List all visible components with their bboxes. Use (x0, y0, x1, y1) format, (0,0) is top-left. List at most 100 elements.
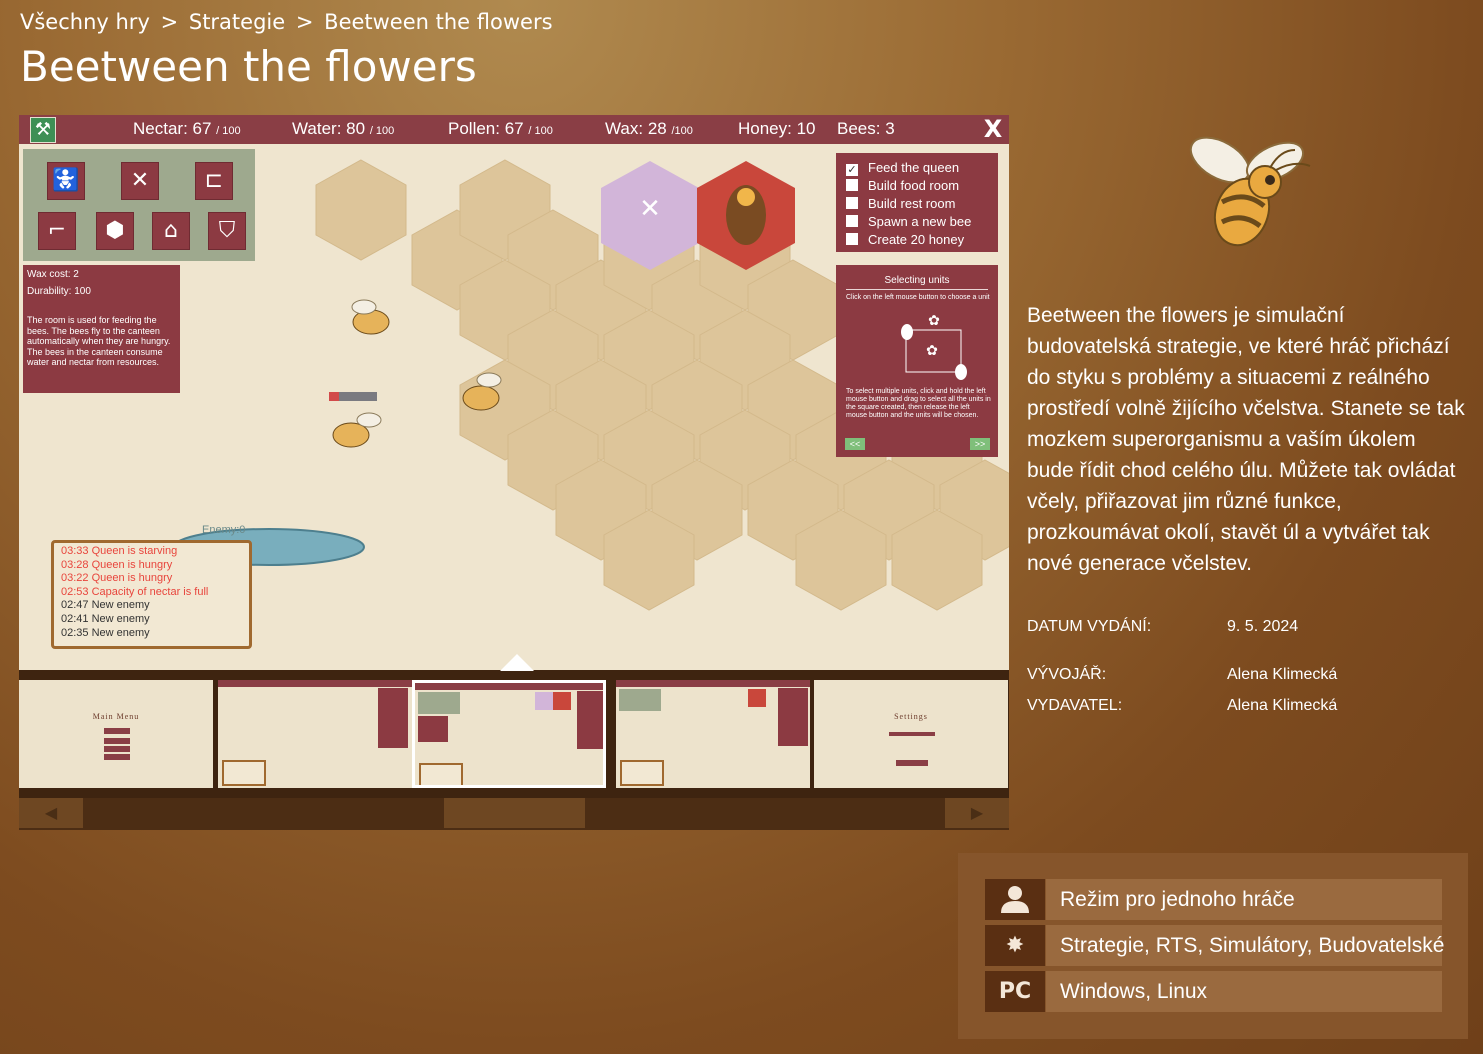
page-title: Beetween the flowers (20, 42, 477, 91)
log-entry: 03:33 Queen is starving (61, 545, 178, 557)
pollen-counter: Pollen: 67 / 100 (448, 119, 553, 138)
platforms[interactable]: Windows, Linux (1046, 971, 1442, 1012)
log-entry: 02:35 New enemy (61, 626, 150, 639)
thumbnail-active[interactable] (412, 680, 606, 788)
mouse-selection-illustration: ✿ ✿ (901, 312, 967, 380)
bee-icon[interactable] (462, 372, 502, 411)
bed-icon[interactable]: ⊏ (195, 162, 233, 200)
help-text: To select multiple units, click and hold… (846, 388, 991, 419)
thumbnail-panel (378, 688, 408, 748)
fork-knife-icon: ✕ (639, 194, 661, 224)
honey-dipper-icon[interactable]: ⌐ (38, 212, 76, 250)
player-mode-row: Režim pro jednoho hráče (985, 879, 1442, 920)
storage-icon[interactable]: ⌂ (152, 212, 190, 250)
thumbnail-hex (748, 689, 766, 707)
thumbnail-log (419, 763, 463, 785)
thumbnail-hud (415, 683, 603, 690)
carousel-indicator (500, 654, 534, 671)
svg-text:✿: ✿ (928, 312, 940, 328)
task-list: ✓ Feed the queen Build food room Build rest… (836, 153, 998, 252)
thumbnail-strip: Main Menu Settings (19, 670, 1009, 798)
task-item: Build rest room (846, 196, 955, 212)
task-label: Feed the queen (868, 160, 960, 175)
thumbnail-button (104, 754, 130, 760)
thumbnail-panel (418, 716, 448, 742)
task-label: Build rest room (868, 196, 956, 211)
help-text: Click on the left mouse button to choose… (846, 294, 990, 301)
player-mode[interactable]: Režim pro jednoho hráče (1046, 879, 1442, 920)
help-prev-button[interactable]: << (845, 438, 865, 450)
thumbnail-panel (418, 692, 460, 714)
breadcrumb-link-strategy[interactable]: Strategie (189, 10, 285, 34)
honeycomb-icon[interactable]: ⬢ (96, 212, 134, 250)
thumbnail[interactable] (616, 680, 810, 788)
thumbnail-button (104, 728, 130, 734)
game-screenshot[interactable]: ✕ ⚒ Nectar: 67 / 100 Water: 80 / 100 Pol… (19, 115, 1009, 670)
task-label: Create 20 honey (868, 232, 965, 247)
thumbnail[interactable] (218, 680, 412, 788)
task-checkbox (846, 233, 858, 245)
fork-knife-icon[interactable]: ✕ (121, 162, 159, 200)
hammer-icon[interactable]: ⚒ (30, 117, 56, 143)
scroll-left-arrow-icon[interactable]: ◀ (19, 798, 83, 828)
thumbnail-panel (619, 689, 661, 711)
room-info-panel: Wax cost: 2 Durability: 100 The room is … (23, 265, 180, 393)
thumbnail[interactable]: Settings (814, 680, 1008, 788)
task-checkbox (846, 215, 858, 227)
thumbnail-hud (616, 680, 810, 687)
close-icon[interactable]: X (981, 116, 1005, 142)
event-log: 03:33 Queen is starving 03:28 Queen is hu… (51, 540, 252, 649)
release-date-label: DATUM VYDÁNÍ: (1027, 618, 1152, 635)
pc-platform-icon: PC (985, 971, 1045, 1012)
platforms-row: PC Windows, Linux (985, 971, 1442, 1012)
durability: Durability: 100 (27, 286, 91, 297)
log-entry: 02:41 New enemy (61, 613, 150, 625)
nectar-counter: Nectar: 67 / 100 (133, 119, 241, 138)
thumbnail-title: Settings (894, 712, 928, 721)
task-label: Build food room (868, 178, 960, 193)
stroller-icon[interactable]: 🚼 (47, 162, 85, 200)
carousel-scrollbar[interactable]: ◀ ▶ (19, 798, 1009, 830)
svg-text:✿: ✿ (926, 342, 938, 358)
scroll-thumb[interactable] (444, 798, 585, 828)
thumbnail-hud (218, 680, 412, 687)
thumbnail-hex (553, 692, 571, 710)
help-next-button[interactable]: >> (970, 438, 990, 450)
breadcrumb-link-all-games[interactable]: Všechny hry (20, 10, 150, 34)
breadcrumb-current: Beetween the flowers (324, 10, 553, 34)
task-checkbox (846, 197, 858, 209)
release-date-value: 9. 5. 2024 (1227, 618, 1299, 635)
genres-row: ✸ Strategie, RTS, Simulátory, Budovatels… (985, 925, 1444, 966)
log-entry: 02:47 New enemy (61, 599, 150, 612)
room-description: The room is used for feeding the bees. T… (27, 315, 171, 367)
bees-counter: Bees: 3 (837, 119, 895, 138)
task-checkbox (846, 179, 858, 191)
thumbnail-hex (535, 692, 553, 710)
task-item: Spawn a new bee (846, 214, 971, 230)
bee-icon[interactable] (351, 299, 390, 335)
divider (846, 289, 988, 290)
scroll-right-arrow-icon[interactable]: ▶ (945, 798, 1009, 828)
breadcrumb: Všechny hry > Strategie > Beetween the f… (20, 10, 553, 34)
game-info-box: Režim pro jednoho hráče ✸ Strategie, RTS… (958, 853, 1468, 1039)
bee-logo-icon (1189, 136, 1311, 247)
game-description: Beetween the flowers je simulační budova… (1027, 304, 1465, 575)
wax-cost: Wax cost: 2 (27, 269, 79, 280)
genres[interactable]: Strategie, RTS, Simulátory, Budovatelské (1046, 925, 1444, 966)
log-entry: 02:53 Capacity of nectar is full (61, 585, 209, 598)
task-checkbox: ✓ (846, 164, 858, 176)
thumbnail-button (104, 738, 130, 744)
thumbnail[interactable]: Main Menu (19, 680, 213, 788)
bee-icon[interactable] (332, 412, 382, 448)
thumbnail-button (896, 760, 928, 766)
resource-hud: ⚒ Nectar: 67 / 100 Water: 80 / 100 Polle… (19, 115, 1009, 144)
shield-icon[interactable]: ⛉ (208, 212, 246, 250)
thumbnail-slider (889, 732, 935, 736)
enemy-counter: Enemy:0 (202, 524, 246, 536)
breadcrumb-separator: > (160, 10, 179, 34)
developer-label: VÝVOJÁŘ: (1027, 666, 1107, 683)
log-entry: 03:22 Queen is hungry (61, 572, 173, 585)
developer-value[interactable]: Alena Klimecká (1227, 666, 1337, 684)
publisher-value[interactable]: Alena Klimecká (1227, 697, 1337, 715)
task-item: Create 20 honey (846, 232, 964, 248)
